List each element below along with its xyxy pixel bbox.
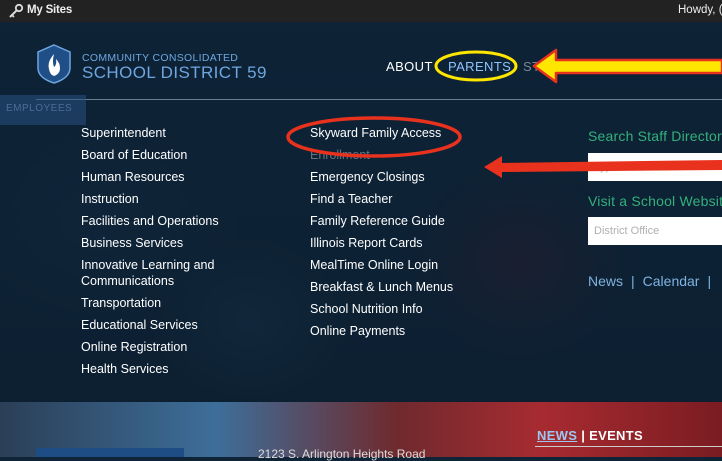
- link-separator: |: [707, 273, 712, 289]
- menu-link-educational-services[interactable]: Educational Services: [81, 314, 219, 336]
- menu-link-instruction[interactable]: Instruction: [81, 188, 219, 210]
- school-select-input[interactable]: [588, 217, 722, 245]
- menu-link-mealtime-login[interactable]: MealTime Online Login: [310, 254, 453, 276]
- nav-students[interactable]: STUDENTS: [523, 59, 596, 74]
- menu-link-transportation[interactable]: Transportation: [81, 292, 219, 314]
- menu-link-innovative-learning[interactable]: Innovative Learning and Communications: [81, 257, 219, 289]
- menu-link-innovative-learning-line2: Communications: [81, 274, 175, 288]
- employees-tab[interactable]: EMPLOYEES: [0, 95, 86, 125]
- nav-staff[interactable]: STAFF: [606, 59, 648, 74]
- nav-about[interactable]: ABOUT: [386, 59, 433, 74]
- visit-school-heading: Visit a School Website: [588, 193, 722, 209]
- menu-column-parents: Skyward Family Access Enrollment Emergen…: [310, 122, 453, 342]
- menu-link-enrollment[interactable]: Enrollment: [310, 144, 453, 166]
- calendar-link[interactable]: Calendar: [643, 273, 700, 289]
- tab-separator: |: [581, 428, 586, 443]
- search-staff-heading: Search Staff Directory: [588, 128, 722, 144]
- staff-search-input[interactable]: [588, 153, 722, 181]
- menu-link-board-of-education[interactable]: Board of Education: [81, 144, 219, 166]
- my-sites-link[interactable]: My Sites: [27, 4, 72, 16]
- menu-link-human-resources[interactable]: Human Resources: [81, 166, 219, 188]
- tab-news[interactable]: NEWS: [537, 428, 577, 443]
- district-address: 2123 S. Arlington Heights Road: [258, 447, 426, 461]
- menu-link-emergency-closings[interactable]: Emergency Closings: [310, 166, 453, 188]
- menu-link-online-registration[interactable]: Online Registration: [81, 336, 219, 358]
- nav-divider: [36, 99, 722, 100]
- howdy-user-menu[interactable]: Howdy, (: [678, 4, 722, 16]
- menu-link-illinois-report-cards[interactable]: Illinois Report Cards: [310, 232, 453, 254]
- admin-bar: My Sites Howdy, (: [0, 0, 722, 22]
- nav-community[interactable]: COMMUNI: [660, 59, 722, 74]
- news-link[interactable]: News: [588, 273, 623, 289]
- menu-link-facilities[interactable]: Facilities and Operations: [81, 210, 219, 232]
- menu-link-school-nutrition-info[interactable]: School Nutrition Info: [310, 298, 453, 320]
- news-events-tabs: NEWS | EVENTS: [537, 428, 643, 443]
- bottom-blue-block: [36, 448, 184, 457]
- employees-tab-label: EMPLOYEES: [6, 103, 73, 114]
- link-separator: |: [631, 273, 635, 289]
- menu-link-find-a-teacher[interactable]: Find a Teacher: [310, 188, 453, 210]
- quick-links: News | Calendar |: [588, 273, 719, 289]
- menu-link-superintendent[interactable]: Superintendent: [81, 122, 219, 144]
- menu-link-skyward-family-access[interactable]: Skyward Family Access: [310, 122, 453, 144]
- menu-link-health-services[interactable]: Health Services: [81, 358, 219, 380]
- school-select-field: [588, 217, 722, 245]
- logo-text-bottom[interactable]: SCHOOL DISTRICT 59: [82, 63, 267, 83]
- key-icon[interactable]: [8, 3, 24, 19]
- menu-link-breakfast-lunch-menus[interactable]: Breakfast & Lunch Menus: [310, 276, 453, 298]
- nav-parents[interactable]: PARENTS: [448, 59, 511, 74]
- district-logo-icon[interactable]: [36, 44, 72, 84]
- staff-search-field: [588, 153, 722, 181]
- menu-link-business-services[interactable]: Business Services: [81, 232, 219, 254]
- menu-link-online-payments[interactable]: Online Payments: [310, 320, 453, 342]
- tab-events[interactable]: EVENTS: [589, 428, 643, 443]
- news-tab-underline: [535, 446, 722, 447]
- menu-column-district: Superintendent Board of Education Human …: [81, 122, 219, 380]
- menu-link-innovative-learning-line1: Innovative Learning and: [81, 258, 215, 272]
- menu-link-family-reference-guide[interactable]: Family Reference Guide: [310, 210, 453, 232]
